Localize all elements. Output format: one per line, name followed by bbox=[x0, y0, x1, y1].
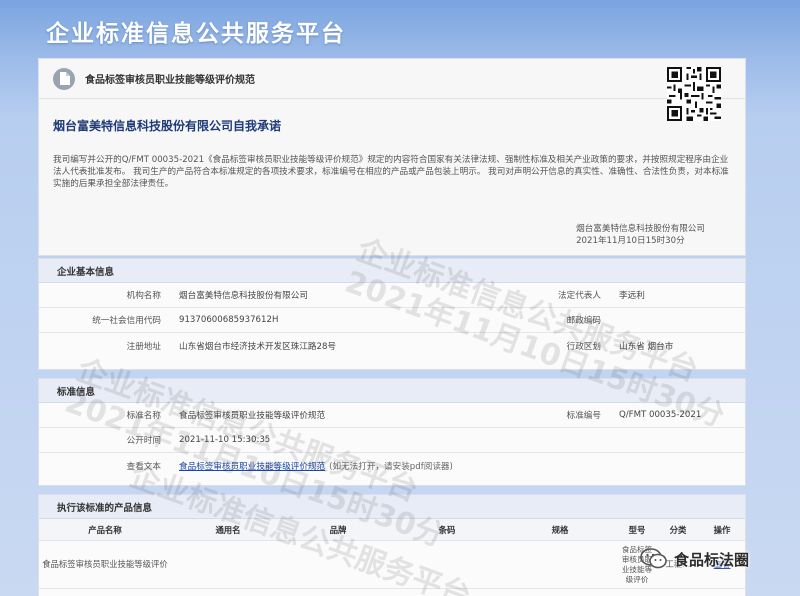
std-code-value: Q/FMT 00035-2021 bbox=[619, 410, 702, 420]
credit-code-value: 91370600685937612H bbox=[179, 315, 279, 325]
org-name-label: 机构名称 bbox=[126, 291, 161, 301]
publish-time-value: 2021-11-10 15:30:35 bbox=[179, 435, 271, 445]
col-brand: 品牌 bbox=[329, 524, 347, 535]
legal-rep-value: 李远利 bbox=[619, 291, 645, 301]
region-label: 行政区划 bbox=[566, 341, 601, 352]
standard-pdf-link[interactable]: 食品标签审核员职业技能等级评价规范 bbox=[179, 460, 325, 472]
std-code-label: 标准编号 bbox=[566, 411, 601, 421]
col-action: 操作 bbox=[713, 524, 731, 535]
address-value: 山东省烟台市经济技术开发区珠江路28号 bbox=[179, 341, 337, 352]
commitment-title: 烟台富美特信息科技股份有限公司自我承诺 bbox=[53, 119, 282, 133]
standard-info-title: 标准信息 bbox=[39, 379, 745, 403]
brand-cell bbox=[285, 541, 391, 588]
products-title: 执行该标准的产品信息 bbox=[39, 495, 745, 519]
address-label: 注册地址 bbox=[126, 341, 161, 352]
commitment-header: 食品标签审核员职业技能等级评价规范 bbox=[39, 59, 745, 99]
basic-info-panel: 企业基本信息 机构名称 烟台富美特信息科技股份有限公司 法定代表人 李远利 统一… bbox=[38, 258, 746, 370]
org-name-value: 烟台富美特信息科技股份有限公司 bbox=[179, 291, 308, 301]
info-row: 统一社会信用代码 91370600685937612H 邮政编码 bbox=[39, 308, 745, 333]
table-header: 产品名称 通用名 品牌 条码 规格 型号 分类 操作 bbox=[39, 519, 745, 541]
commitment-signature: 烟台富美特信息科技股份有限公司 2021年11月10日15时30分 bbox=[576, 223, 705, 247]
col-spec: 规格 bbox=[551, 524, 569, 535]
legal-rep-label: 法定代表人 bbox=[558, 291, 601, 301]
account-name: 食品标法圈 bbox=[674, 550, 750, 569]
std-name-label: 标准名称 bbox=[126, 411, 161, 421]
site-title: 企业标准信息公共服务平台 bbox=[46, 21, 346, 47]
standard-heading: 食品标签审核员职业技能等级评价规范 bbox=[85, 75, 255, 86]
col-category: 分类 bbox=[669, 524, 687, 535]
product-name-cell: 食品标签审核员职业技能等级评价 bbox=[42, 559, 168, 569]
col-barcode: 条码 bbox=[438, 524, 456, 535]
pdf-hint: (如无法打开，请安装pdf阅读器) bbox=[329, 461, 453, 472]
col-product-name: 产品名称 bbox=[88, 524, 122, 535]
commitment-panel: 食品标签审核员职业技能等级评价规范 烟台富美特信息科技股份有限公司自我承诺 我司… bbox=[38, 58, 746, 256]
spec-cell bbox=[503, 541, 617, 588]
products-panel: 执行该标准的产品信息 产品名称 通用名 品牌 条码 规格 型号 分类 操作 食品… bbox=[38, 494, 746, 596]
info-row: 注册地址 山东省烟台市经济技术开发区珠江路28号 行政区划 山东省 烟台市 bbox=[39, 333, 745, 358]
info-row: 公开时间 2021-11-10 15:30:35 bbox=[39, 428, 745, 453]
col-model: 型号 bbox=[628, 524, 646, 535]
info-row: 标准名称 食品标签审核员职业技能等级评价规范 标准编号 Q/FMT 00035-… bbox=[39, 403, 745, 428]
std-name-value: 食品标签审核员职业技能等级评价规范 bbox=[179, 411, 326, 421]
signer-name: 烟台富美特信息科技股份有限公司 bbox=[576, 224, 705, 234]
qr-code-icon bbox=[667, 67, 721, 121]
common-name-cell bbox=[171, 541, 285, 588]
credit-code-label: 统一社会信用代码 bbox=[92, 316, 161, 326]
barcode-cell bbox=[391, 541, 503, 588]
commitment-body: 我司编写并公开的Q/FMT 00035-2021《食品标签审核员职业技能等级评价… bbox=[53, 155, 729, 189]
standard-info-panel: 标准信息 标准名称 食品标签审核员职业技能等级评价规范 标准编号 Q/FMT 0… bbox=[38, 378, 746, 486]
info-row: 查看文本 食品标签审核员职业技能等级评价规范 (如无法打开，请安装pdf阅读器) bbox=[39, 453, 745, 478]
info-row: 机构名称 烟台富美特信息科技股份有限公司 法定代表人 李远利 bbox=[39, 283, 745, 308]
postcode-label: 邮政编码 bbox=[566, 316, 601, 326]
view-text-value: 食品标签审核员职业技能等级评价规范 (如无法打开，请安装pdf阅读器) bbox=[173, 453, 745, 478]
region-value: 山东省 烟台市 bbox=[619, 341, 674, 352]
view-text-label: 查看文本 bbox=[126, 461, 161, 472]
basic-info-title: 企业基本信息 bbox=[39, 259, 745, 283]
document-icon bbox=[53, 67, 75, 90]
publish-time-label: 公开时间 bbox=[126, 436, 161, 446]
postcode-value bbox=[613, 308, 745, 332]
wechat-icon bbox=[640, 548, 667, 569]
site-header: 企业标准信息公共服务平台 bbox=[0, 0, 800, 47]
signed-date: 2021年11月10日15时30分 bbox=[576, 236, 685, 246]
account-badge: 食品标法圈 bbox=[640, 548, 749, 570]
col-common-name: 通用名 bbox=[215, 524, 241, 535]
